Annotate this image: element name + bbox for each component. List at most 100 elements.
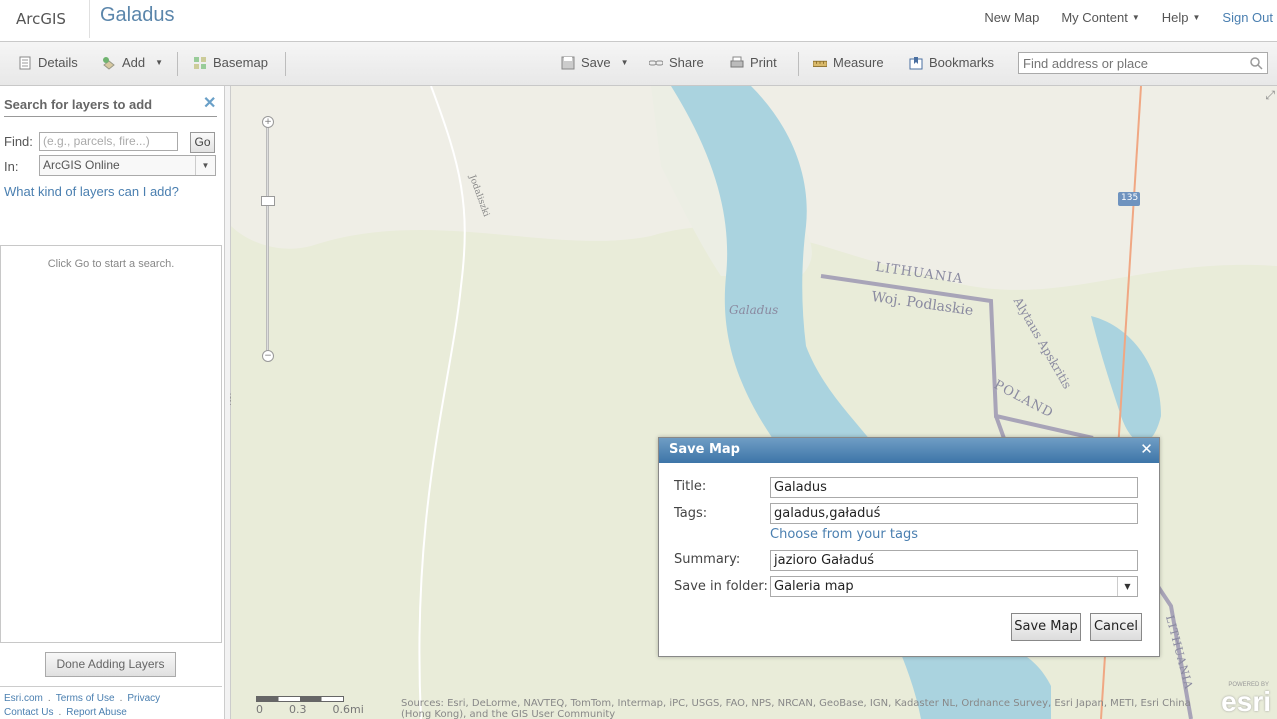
scale-zero: 0 <box>256 703 263 716</box>
expand-icon[interactable]: ⤢ <box>1265 88 1275 103</box>
panel-divider <box>4 116 217 117</box>
search-icon[interactable] <box>1249 56 1263 70</box>
toolbar-divider <box>177 52 178 76</box>
measure-button[interactable]: Measure <box>813 55 884 70</box>
folder-value: Galeria map <box>774 579 854 594</box>
add-layer-icon <box>103 56 115 70</box>
ruler-icon <box>813 60 827 67</box>
top-nav: New Map My Content ▼ Help ▼ Sign Out <box>973 10 1277 25</box>
scale-bar: 0 0.3 0.6mi <box>256 696 364 716</box>
footer-links-row-1: Esri.com. Terms of Use. Privacy <box>4 693 161 704</box>
summary-field[interactable]: jazioro Gaładuś <box>770 550 1138 571</box>
find-label: Find: <box>4 134 33 149</box>
footer-links-row-2: Contact Us. Report Abuse <box>4 707 127 718</box>
app-header: ArcGIS Galadus New Map My Content ▼ Help ▼… <box>0 0 1277 42</box>
help-label: Help <box>1161 10 1189 25</box>
bookmarks-label: Bookmarks <box>929 55 995 70</box>
route-shield-label: 135 <box>1121 193 1139 203</box>
footer-divider <box>0 686 222 687</box>
save-button[interactable]: Save ▼ <box>561 55 629 70</box>
esri-com-link[interactable]: Esri.com <box>4 693 43 704</box>
add-layers-panel: Search for layers to add ✕ Find: (e.g., … <box>0 86 225 719</box>
print-label: Print <box>750 55 777 70</box>
dialog-header: Save Map ✕ <box>659 438 1159 463</box>
chevron-down-icon: ▼ <box>620 58 629 67</box>
map-toolbar: Details Add ▼ Basemap Save ▼ Share Print… <box>0 42 1277 86</box>
zoom-in-button[interactable]: + <box>262 116 274 128</box>
report-abuse-link[interactable]: Report Abuse <box>66 707 127 718</box>
save-icon <box>561 56 575 69</box>
search-results-area: Click Go to start a search. <box>0 245 222 643</box>
measure-label: Measure <box>833 55 884 70</box>
scale-mid: 0.3 <box>289 703 307 716</box>
close-icon[interactable]: ✕ <box>1138 441 1155 458</box>
esri-wordmark: esri <box>1221 686 1271 717</box>
zoom-thumb[interactable] <box>261 196 275 206</box>
summary-label: Summary: <box>674 552 741 567</box>
in-label: In: <box>4 159 19 174</box>
chevron-down-icon: ▼ <box>155 58 164 67</box>
powered-by-label: POWERED BY <box>1228 682 1269 688</box>
search-scope-select[interactable]: ArcGIS Online ▼ <box>39 155 216 176</box>
basemap-button[interactable]: Basemap <box>193 55 268 70</box>
chevron-down-icon: ▼ <box>195 156 215 175</box>
esri-logo: POWERED BY esri <box>1221 682 1271 718</box>
layer-types-help-link[interactable]: What kind of layers can I add? <box>4 184 179 199</box>
contact-link[interactable]: Contact Us <box>4 707 53 718</box>
title-divider <box>89 0 90 38</box>
title-label: Title: <box>674 479 707 494</box>
tags-field[interactable]: galadus,gaładuś <box>770 503 1138 524</box>
share-label: Share <box>669 55 704 70</box>
scale-end: 0.6mi <box>332 703 364 716</box>
results-hint: Click Go to start a search. <box>47 258 175 270</box>
map-title: Galadus <box>100 4 175 26</box>
close-icon[interactable]: ✕ <box>203 93 216 113</box>
address-search-input[interactable] <box>1019 53 1239 73</box>
document-icon <box>19 56 31 69</box>
zoom-track <box>266 122 269 352</box>
help-menu[interactable]: Help ▼ <box>1151 10 1212 25</box>
search-scope-value: ArcGIS Online <box>43 158 120 172</box>
map-attribution: Sources: Esri, DeLorme, NAVTEQ, TomTom, … <box>401 698 1191 719</box>
folder-select[interactable]: Galeria map ▼ <box>770 576 1138 597</box>
choose-tags-link[interactable]: Choose from your tags <box>770 527 918 542</box>
title-field[interactable]: Galadus <box>770 477 1138 498</box>
print-button[interactable]: Print <box>730 55 777 70</box>
share-button[interactable]: Share <box>649 55 704 70</box>
add-button[interactable]: Add ▼ <box>102 55 163 70</box>
layer-search-input[interactable]: (e.g., parcels, fire...) <box>39 132 178 151</box>
save-map-button[interactable]: Save Map <box>1011 613 1081 641</box>
save-label: Save <box>581 55 611 70</box>
panel-title: Search for layers to add <box>4 97 153 112</box>
done-adding-layers-button[interactable]: Done Adding Layers <box>45 652 176 677</box>
go-button[interactable]: Go <box>190 132 215 153</box>
chevron-down-icon: ▼ <box>1192 13 1201 22</box>
bookmarks-button[interactable]: Bookmarks <box>909 55 994 70</box>
save-map-dialog: Save Map ✕ Title: Galadus Tags: galadus,… <box>658 437 1160 657</box>
zoom-out-button[interactable]: − <box>262 350 274 362</box>
privacy-link[interactable]: Privacy <box>127 693 160 704</box>
basemap-label: Basemap <box>213 55 268 70</box>
tags-label: Tags: <box>674 506 708 521</box>
arcgis-logo[interactable]: ArcGIS <box>16 10 66 28</box>
add-label: Add <box>122 55 146 70</box>
link-icon <box>649 60 663 65</box>
my-content-menu[interactable]: My Content ▼ <box>1050 10 1150 25</box>
sign-out-link[interactable]: Sign Out <box>1211 10 1277 25</box>
details-label: Details <box>38 55 78 70</box>
lake-label: Galadus <box>729 303 779 317</box>
toolbar-divider <box>285 52 286 76</box>
my-content-label: My Content <box>1061 10 1128 25</box>
printer-icon <box>730 56 744 67</box>
basemap-grid-icon <box>194 56 206 69</box>
toolbar-divider <box>798 52 799 76</box>
bookmark-icon <box>909 56 923 69</box>
terms-link[interactable]: Terms of Use <box>56 693 115 704</box>
details-button[interactable]: Details <box>18 55 78 70</box>
address-search-box <box>1018 52 1268 74</box>
dialog-title: Save Map <box>669 442 740 457</box>
zoom-slider[interactable]: + − <box>260 114 276 362</box>
cancel-button[interactable]: Cancel <box>1090 613 1142 641</box>
new-map-link[interactable]: New Map <box>973 10 1050 25</box>
scale-bar-graphic <box>256 696 344 702</box>
